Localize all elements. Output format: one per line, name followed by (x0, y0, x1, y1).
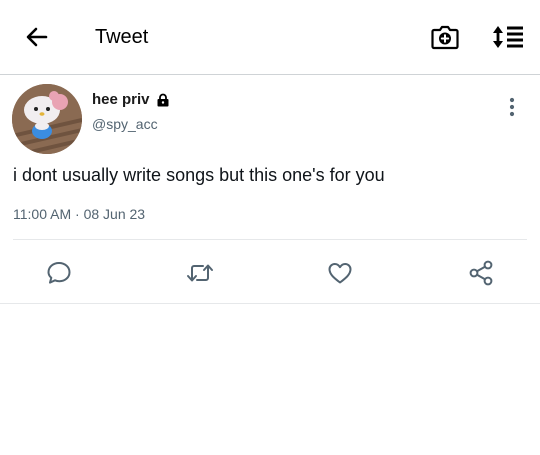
like-button[interactable] (325, 258, 355, 288)
retweet-button[interactable] (185, 258, 215, 288)
meta-separator: · (75, 206, 80, 222)
tweet: hee priv @spy_acc i dont usually write s… (0, 75, 540, 304)
divider (13, 239, 527, 240)
sort-list-icon (493, 26, 523, 48)
camera-add-icon (431, 25, 459, 50)
avatar[interactable] (12, 84, 82, 154)
avatar-image (12, 84, 82, 154)
top-bar: Tweet (0, 0, 540, 75)
page-title: Tweet (95, 26, 149, 48)
tweet-text: i dont usually write songs but this one'… (13, 165, 385, 185)
more-vertical-icon (509, 97, 515, 117)
more-options-button[interactable] (500, 95, 524, 119)
tweet-timestamp: 11:00 AM · 08 Jun 23 (13, 206, 145, 222)
sort-button[interactable] (490, 20, 526, 54)
tweet-date: 08 Jun 23 (83, 206, 146, 222)
reply-button[interactable] (44, 258, 74, 288)
retweet-icon (187, 264, 213, 282)
display-name[interactable]: hee priv (92, 91, 170, 108)
display-name-text: hee priv (92, 91, 150, 108)
camera-button[interactable] (428, 20, 462, 54)
like-icon (328, 263, 352, 284)
lock-icon (157, 93, 169, 106)
share-button[interactable] (466, 258, 496, 288)
back-arrow-icon (26, 27, 48, 47)
user-handle[interactable]: @spy_acc (92, 116, 158, 132)
back-button[interactable] (20, 20, 54, 54)
share-icon (469, 260, 493, 286)
reply-icon (47, 262, 71, 284)
tweet-time: 11:00 AM (13, 206, 72, 222)
